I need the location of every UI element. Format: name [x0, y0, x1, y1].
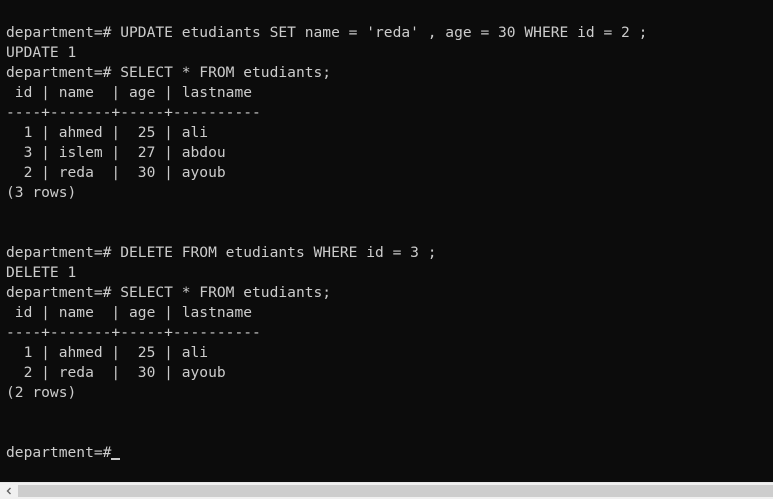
horizontal-scrollbar[interactable]	[0, 482, 773, 499]
terminal-line: department=# DELETE FROM etudiants WHERE…	[6, 244, 437, 261]
table-row: 2 | reda | 30 | ayoub	[6, 164, 226, 181]
scrollbar-thumb[interactable]	[18, 485, 773, 497]
terminal-line: department=# SELECT * FROM etudiants;	[6, 284, 332, 301]
chevron-left-icon[interactable]	[0, 483, 17, 499]
terminal-line: department=# UPDATE etudiants SET name =…	[6, 24, 648, 41]
command-prompt: department=#	[6, 444, 112, 461]
table-row: 3 | islem | 27 | abdou	[6, 144, 226, 161]
table-separator: ----+-------+-----+----------	[6, 104, 261, 121]
table-row: 2 | reda | 30 | ayoub	[6, 364, 226, 381]
table-header: id | name | age | lastname	[6, 304, 253, 321]
terminal-line: DELETE 1	[6, 264, 77, 281]
command-prompt-line[interactable]: department=#	[6, 443, 647, 463]
row-count: (3 rows)	[6, 184, 77, 201]
text-cursor	[111, 458, 121, 460]
table-row: 1 | ahmed | 25 | ali	[6, 344, 209, 361]
table-row: 1 | ahmed | 25 | ali	[6, 124, 209, 141]
chevron-left-icon-glyph	[6, 487, 11, 495]
terminal-output: department=# UPDATE etudiants SET name =…	[6, 23, 647, 463]
terminal-window[interactable]: department=# UPDATE etudiants SET name =…	[0, 0, 773, 482]
row-count: (2 rows)	[6, 384, 77, 401]
table-header: id | name | age | lastname	[6, 84, 253, 101]
table-separator: ----+-------+-----+----------	[6, 324, 261, 341]
terminal-line: UPDATE 1	[6, 44, 77, 61]
terminal-line: department=# SELECT * FROM etudiants;	[6, 64, 332, 81]
